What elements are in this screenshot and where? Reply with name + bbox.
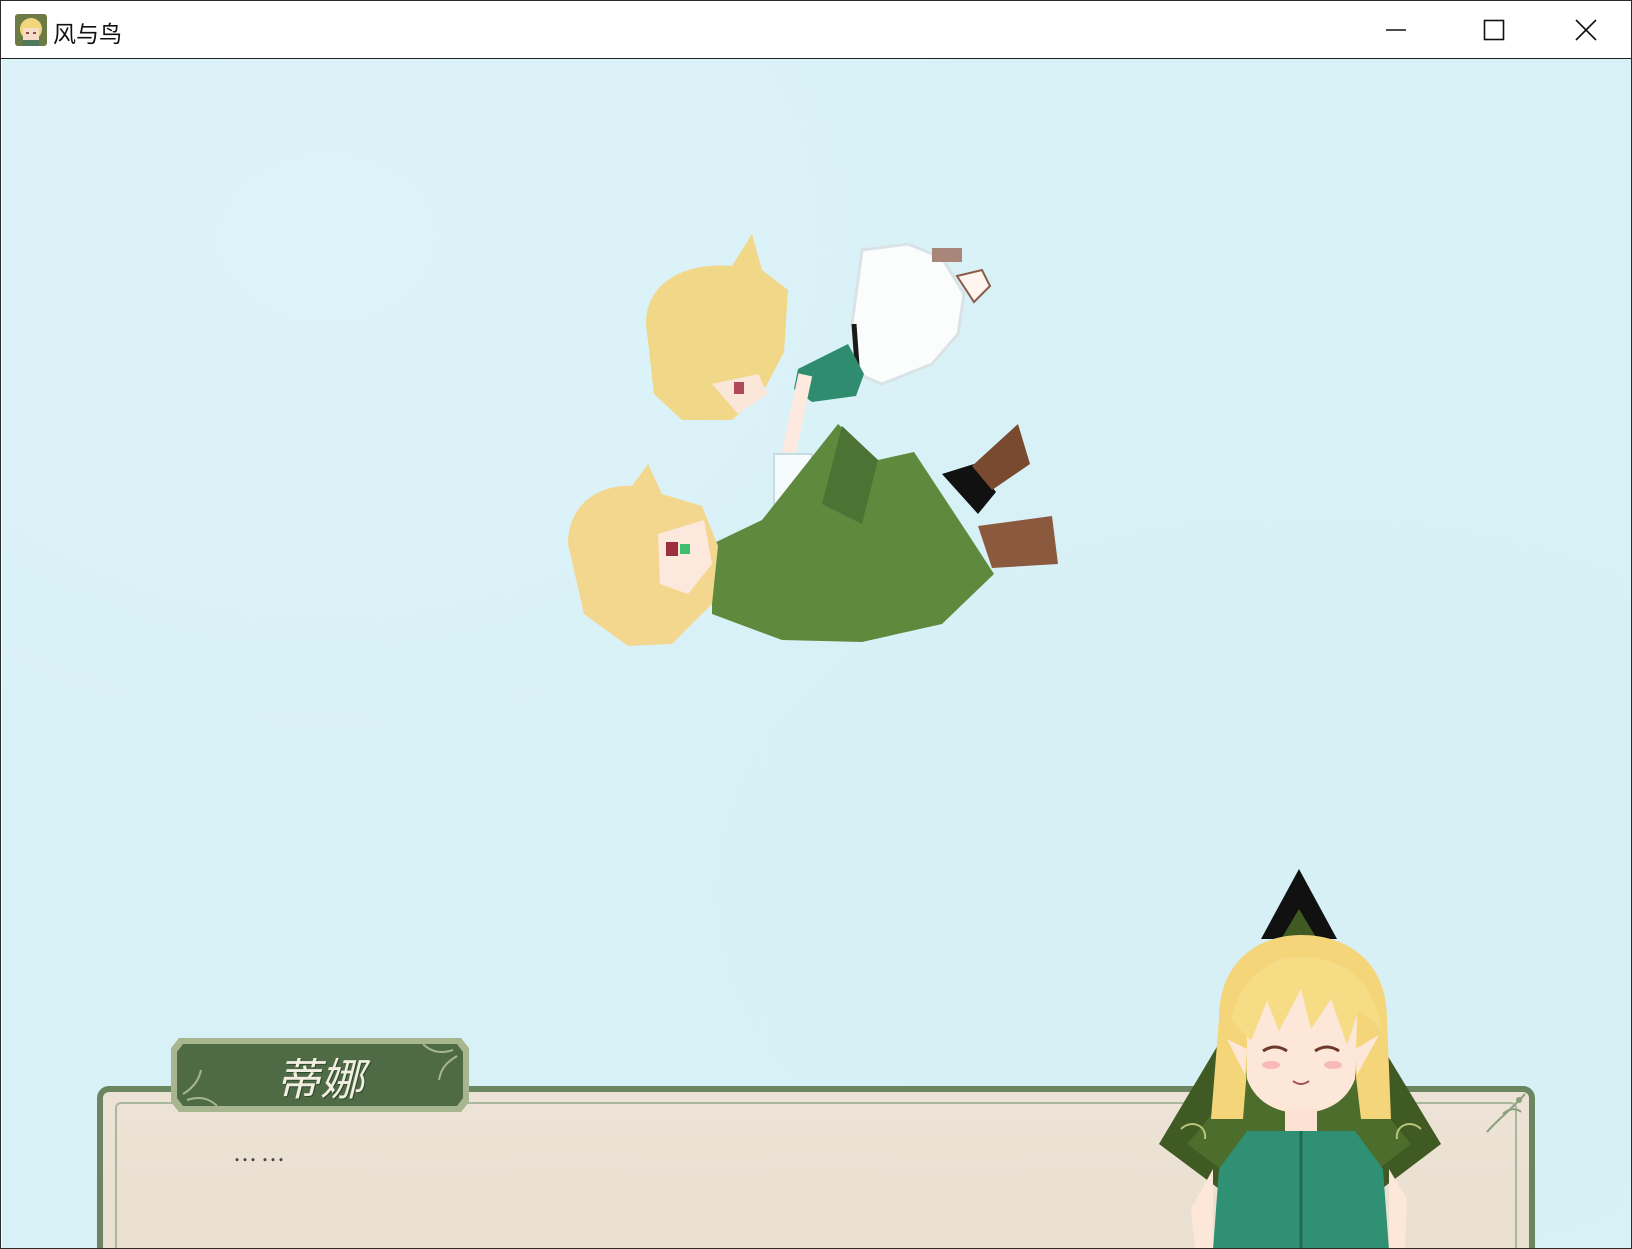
game-face-icon	[15, 14, 47, 46]
tina-portrait	[1159, 869, 1441, 1248]
close-icon	[1575, 18, 1597, 41]
minimize-icon	[1386, 28, 1406, 31]
window-title: 风与鸟	[53, 22, 122, 48]
dialogue-text: ……	[233, 1139, 289, 1167]
elf-boy-sprite	[568, 424, 1058, 646]
maximize-icon	[1483, 19, 1505, 40]
maximize-button[interactable]	[1449, 1, 1539, 58]
corner-ornament-icon	[1486, 1093, 1526, 1133]
speaker-name: 蒂娜	[276, 1055, 364, 1106]
character-sprites	[568, 234, 1058, 646]
game-window: 风与鸟 …… 蒂娜	[0, 0, 1632, 1249]
title-bar[interactable]: 风与鸟	[1, 1, 1631, 59]
minimize-button[interactable]	[1351, 1, 1441, 58]
fairy-girl-sprite	[646, 234, 992, 455]
close-button[interactable]	[1541, 1, 1631, 58]
